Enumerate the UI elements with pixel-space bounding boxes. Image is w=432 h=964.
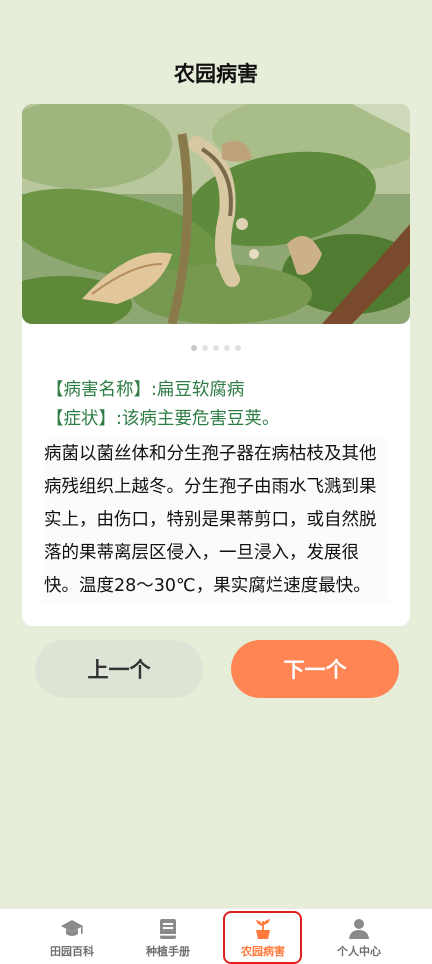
disease-card: 【病害名称】:扁豆软腐病 【症状】:该病主要危害豆荚。 病菌以菌丝体和分生孢子器… xyxy=(22,104,410,626)
tab-label: 农园病害 xyxy=(241,945,285,958)
carousel-dot[interactable] xyxy=(235,345,241,351)
carousel-dot[interactable] xyxy=(191,345,197,351)
tab-farm-diseases[interactable]: 农园病害 xyxy=(218,909,308,964)
graduation-cap-icon xyxy=(61,920,83,936)
carousel-indicator xyxy=(22,345,410,353)
book-icon xyxy=(160,919,176,939)
previous-button[interactable]: 上一个 xyxy=(35,640,203,698)
carousel-dot[interactable] xyxy=(202,345,208,351)
tab-planting-manual[interactable]: 种植手册 xyxy=(123,909,213,964)
disease-name-row: 【病害名称】:扁豆软腐病 xyxy=(46,377,244,403)
carousel-dot[interactable] xyxy=(224,345,230,351)
next-button[interactable]: 下一个 xyxy=(231,640,399,698)
symptom-value: :该病主要危害豆荚。 xyxy=(116,409,280,429)
disease-name-value: :扁豆软腐病 xyxy=(151,380,245,400)
symptom-label: 【症状】 xyxy=(46,409,116,429)
tab-label: 种植手册 xyxy=(146,945,190,958)
disease-photo[interactable] xyxy=(22,104,410,324)
disease-description: 病菌以菌丝体和分生孢子器在病枯枝及其他病残组织上越冬。分生孢子由雨水飞溅到果实上… xyxy=(44,438,388,603)
disease-photo-image xyxy=(22,104,410,324)
tab-profile[interactable]: 个人中心 xyxy=(314,909,404,964)
tab-encyclopedia[interactable]: 田园百科 xyxy=(27,909,117,964)
bottom-tab-bar: 田园百科 种植手册 农园病害 个人中心 xyxy=(0,908,432,964)
tab-label: 个人中心 xyxy=(337,945,381,958)
disease-name-label: 【病害名称】 xyxy=(46,380,151,400)
tab-label: 田园百科 xyxy=(50,945,94,958)
carousel-dot[interactable] xyxy=(213,345,219,351)
page-title: 农园病害 xyxy=(174,62,258,86)
potted-plant-icon xyxy=(256,919,270,939)
person-icon xyxy=(349,919,369,939)
symptom-row: 【症状】:该病主要危害豆荚。 xyxy=(46,406,279,432)
